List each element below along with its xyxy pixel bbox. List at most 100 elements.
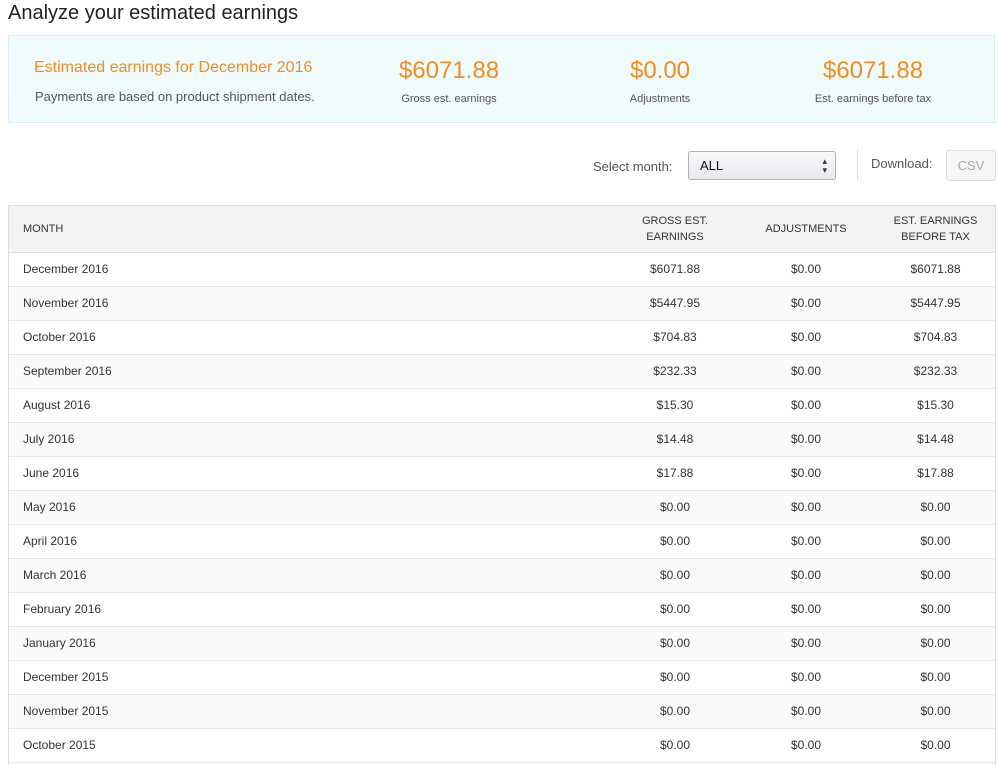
table-header-row: MONTH GROSS EST. EARNINGS ADJUSTMENTS ES… bbox=[9, 206, 995, 253]
table-body: December 2016 $6071.88 $0.00 $6071.88 Novemb… bbox=[9, 252, 995, 765]
table-row: December 2016 $6071.88 $0.00 $6071.88 bbox=[9, 252, 995, 287]
header-gross-line2: EARNINGS bbox=[646, 230, 704, 243]
cell-gross: $0.00 bbox=[614, 660, 736, 695]
page-title: Analyze your estimated earnings bbox=[8, 2, 299, 24]
cell-month: April 2016 bbox=[9, 524, 614, 559]
cell-net: $0.00 bbox=[876, 660, 995, 695]
gross-earnings-value: $6071.88 bbox=[398, 57, 500, 84]
cell-gross: $15.30 bbox=[614, 388, 736, 423]
month-select-value: ALL bbox=[700, 158, 724, 173]
earnings-table: MONTH GROSS EST. EARNINGS ADJUSTMENTS ES… bbox=[8, 205, 996, 765]
table-row: February 2016 $0.00 $0.00 $0.00 bbox=[9, 592, 995, 627]
cell-net: $17.88 bbox=[876, 456, 995, 491]
adjustments-metric: $0.00 Adjustments bbox=[570, 56, 750, 105]
cell-adjustments: $0.00 bbox=[736, 422, 876, 457]
header-gross-line1: GROSS EST. bbox=[641, 214, 709, 227]
cell-month: June 2016 bbox=[9, 456, 614, 491]
summary-subtext: Payments are based on product shipment d… bbox=[35, 89, 315, 104]
cell-month: September 2016 bbox=[9, 354, 614, 389]
select-arrows-icon: ▴ ▾ bbox=[822, 155, 827, 175]
summary-panel: Estimated earnings for December 2016 Pay… bbox=[8, 35, 995, 123]
cell-net: $232.33 bbox=[876, 354, 995, 389]
cell-net: $0.00 bbox=[876, 558, 995, 593]
cell-net: $0.00 bbox=[876, 592, 995, 627]
table-row: March 2016 $0.00 $0.00 $0.00 bbox=[9, 558, 995, 593]
table-row: November 2015 $0.00 $0.00 $0.00 bbox=[9, 694, 995, 729]
cell-gross: $232.33 bbox=[614, 354, 736, 389]
cell-gross: $0.00 bbox=[614, 694, 736, 729]
cell-adjustments: $0.00 bbox=[736, 558, 876, 593]
cell-adjustments: $0.00 bbox=[736, 456, 876, 491]
table-row: December 2015 $0.00 $0.00 $0.00 bbox=[9, 660, 995, 695]
cell-month: February 2016 bbox=[9, 592, 614, 627]
earnings-page: Analyze your estimated earnings Estimate… bbox=[0, 0, 998, 765]
cell-gross: $0.00 bbox=[614, 490, 736, 525]
cell-net: $14.48 bbox=[876, 422, 995, 457]
gross-earnings-label: Gross est. earnings bbox=[401, 93, 497, 105]
cell-adjustments: $0.00 bbox=[736, 286, 876, 321]
summary-heading: Estimated earnings for December 2016 bbox=[34, 59, 313, 76]
cell-gross: $17.88 bbox=[614, 456, 736, 491]
header-net-line1: EST. EARNINGS bbox=[893, 214, 978, 227]
controls-divider bbox=[857, 149, 858, 180]
cell-month: January 2016 bbox=[9, 626, 614, 661]
cell-adjustments: $0.00 bbox=[736, 592, 876, 627]
cell-adjustments: $0.00 bbox=[736, 388, 876, 423]
cell-net: $0.00 bbox=[876, 728, 995, 763]
net-earnings-metric: $6071.88 Est. earnings before tax bbox=[783, 56, 963, 105]
cell-net: $704.83 bbox=[876, 320, 995, 355]
select-month-label: Select month: bbox=[593, 159, 673, 174]
header-adjustments: ADJUSTMENTS bbox=[736, 206, 876, 253]
adjustments-value: $0.00 bbox=[629, 57, 691, 84]
header-net-line2: BEFORE TAX bbox=[901, 230, 970, 243]
cell-month: October 2016 bbox=[9, 320, 614, 355]
cell-net: $0.00 bbox=[876, 490, 995, 525]
cell-adjustments: $0.00 bbox=[736, 354, 876, 389]
month-select[interactable]: ALL ▴ ▾ bbox=[688, 151, 836, 180]
cell-gross: $0.00 bbox=[614, 626, 736, 661]
gross-earnings-metric: $6071.88 Gross est. earnings bbox=[359, 56, 539, 105]
cell-month: November 2015 bbox=[9, 694, 614, 729]
adjustments-label: Adjustments bbox=[629, 93, 691, 105]
cell-gross: $5447.95 bbox=[614, 286, 736, 321]
cell-net: $0.00 bbox=[876, 524, 995, 559]
cell-adjustments: $0.00 bbox=[736, 626, 876, 661]
cell-adjustments: $0.00 bbox=[736, 524, 876, 559]
net-earnings-label: Est. earnings before tax bbox=[814, 93, 932, 105]
cell-gross: $14.48 bbox=[614, 422, 736, 457]
cell-adjustments: $0.00 bbox=[736, 252, 876, 287]
cell-adjustments: $0.00 bbox=[736, 660, 876, 695]
table-row: July 2016 $14.48 $0.00 $14.48 bbox=[9, 422, 995, 457]
cell-gross: $0.00 bbox=[614, 592, 736, 627]
cell-month: May 2016 bbox=[9, 490, 614, 525]
table-row: January 2016 $0.00 $0.00 $0.00 bbox=[9, 626, 995, 661]
table-row: October 2015 $0.00 $0.00 $0.00 bbox=[9, 728, 995, 763]
cell-net: $15.30 bbox=[876, 388, 995, 423]
cell-month: December 2015 bbox=[9, 660, 614, 695]
cell-gross: $704.83 bbox=[614, 320, 736, 355]
cell-adjustments: $0.00 bbox=[736, 320, 876, 355]
cell-month: October 2015 bbox=[9, 728, 614, 763]
cell-gross: $0.00 bbox=[614, 524, 736, 559]
cell-net: $0.00 bbox=[876, 626, 995, 661]
cell-net: $0.00 bbox=[876, 694, 995, 729]
header-month: MONTH bbox=[9, 206, 614, 253]
net-earnings-value: $6071.88 bbox=[822, 57, 924, 84]
cell-adjustments: $0.00 bbox=[736, 694, 876, 729]
cell-gross: $6071.88 bbox=[614, 252, 736, 287]
header-gross: GROSS EST. EARNINGS bbox=[614, 206, 736, 253]
cell-month: November 2016 bbox=[9, 286, 614, 321]
cell-adjustments: $0.00 bbox=[736, 490, 876, 525]
cell-gross: $0.00 bbox=[614, 728, 736, 763]
download-label: Download: bbox=[871, 156, 933, 171]
cell-month: December 2016 bbox=[9, 252, 614, 287]
table-row: August 2016 $15.30 $0.00 $15.30 bbox=[9, 388, 995, 423]
table-row: November 2016 $5447.95 $0.00 $5447.95 bbox=[9, 286, 995, 321]
table-row: April 2016 $0.00 $0.00 $0.00 bbox=[9, 524, 995, 559]
table-row: October 2016 $704.83 $0.00 $704.83 bbox=[9, 320, 995, 355]
cell-month: March 2016 bbox=[9, 558, 614, 593]
cell-gross: $0.00 bbox=[614, 558, 736, 593]
header-net: EST. EARNINGS BEFORE TAX bbox=[876, 206, 995, 253]
table-row: May 2016 $0.00 $0.00 $0.00 bbox=[9, 490, 995, 525]
csv-download-button[interactable]: CSV bbox=[946, 150, 996, 181]
